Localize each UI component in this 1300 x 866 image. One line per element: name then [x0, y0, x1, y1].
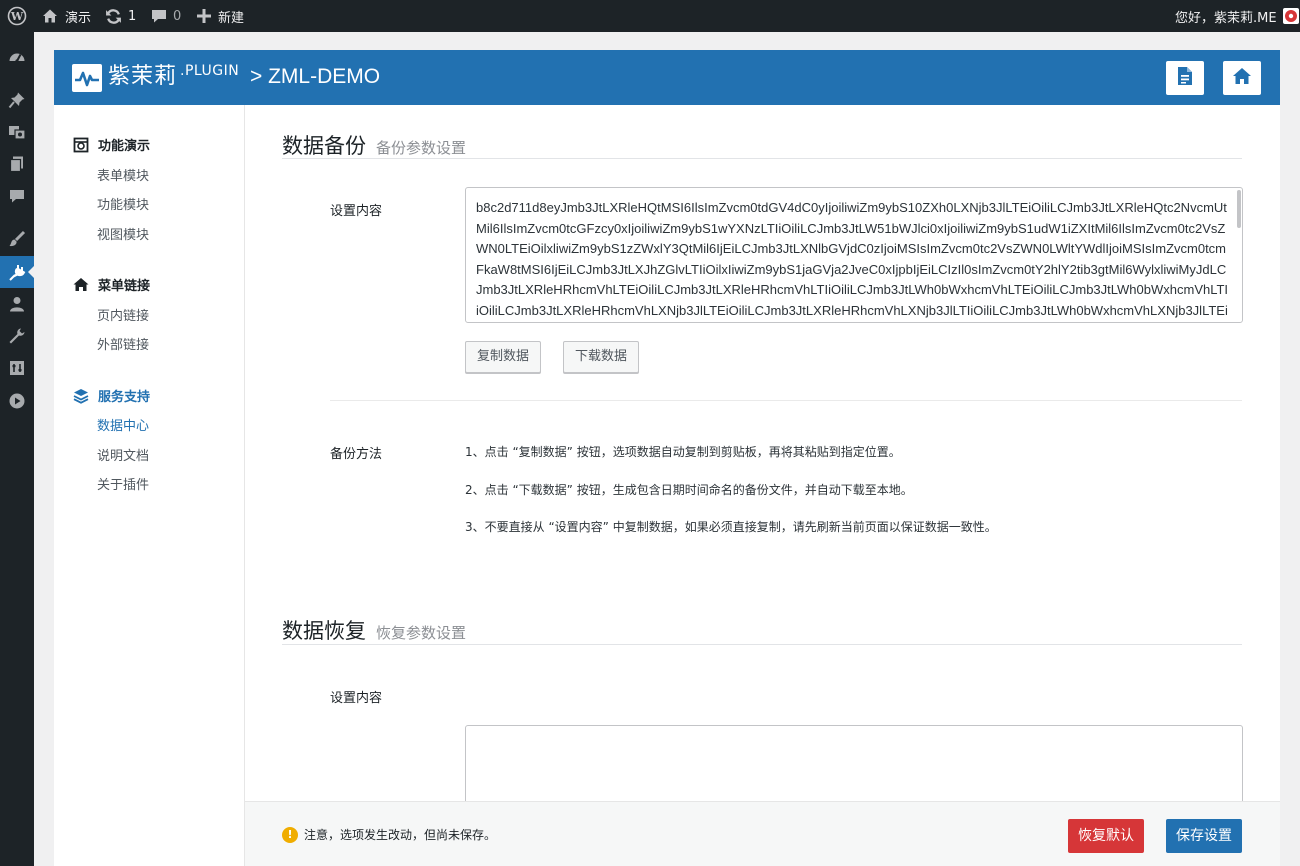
play-icon[interactable]	[0, 385, 34, 417]
nav-item-docs[interactable]: 说明文档	[97, 445, 149, 464]
backup-method-label: 备份方法	[330, 447, 383, 462]
brand-suffix: .PLUGIN	[180, 63, 240, 79]
refresh-icon	[105, 8, 122, 25]
nav-item-inpage-link[interactable]: 页内链接	[97, 305, 149, 324]
nav-item-form[interactable]: 表单模块	[97, 165, 149, 184]
logo-icon	[72, 64, 102, 92]
method-step-1: 1、点击 “复制数据” 按钮，选项数据自动复制到剪贴板，再将其粘贴到指定位置。	[465, 445, 901, 459]
updates-count: 1	[128, 8, 137, 24]
layers-icon	[72, 387, 90, 405]
warning-icon: !	[282, 826, 298, 843]
method-step-2: 2、点击 “下载数据” 按钮，生成包含日期时间命名的备份文件，并自动下载至本地。	[465, 483, 913, 497]
home-icon	[72, 276, 90, 294]
restore-title: 数据恢复	[282, 619, 366, 643]
section-divider	[282, 644, 1242, 645]
greeting: 您好，紫茉莉.ME	[1175, 10, 1277, 26]
document-button[interactable]	[1166, 61, 1204, 95]
comments-count: 0	[173, 8, 182, 24]
plugin-nav: 功能演示 表单模块 功能模块 视图模块 菜单链接 页内链接 外部链接 服务支持 …	[54, 105, 245, 866]
home-icon	[1232, 67, 1252, 89]
copy-data-button[interactable]: 复制数据	[465, 341, 542, 373]
textarea-scrollbar[interactable]	[1237, 190, 1241, 228]
document-icon	[1177, 66, 1193, 90]
demo-icon	[72, 136, 90, 154]
backup-field-label: 设置内容	[330, 204, 383, 219]
media-icon[interactable]	[0, 116, 34, 148]
restore-section-title: 数据恢复 恢复参数设置	[282, 615, 466, 645]
nav-item-about[interactable]: 关于插件	[97, 474, 149, 493]
breadcrumb: > ZML-DEMO	[250, 65, 381, 88]
notice-text: 注意，选项发生改动，但尚未保存。	[304, 828, 497, 842]
download-data-button[interactable]: 下载数据	[563, 341, 640, 373]
tools-icon[interactable]	[0, 320, 34, 352]
nav-group-support[interactable]: 服务支持	[72, 386, 150, 405]
home-icon	[42, 8, 58, 24]
comments-link[interactable]: 0	[151, 0, 181, 32]
site-name-link[interactable]: 演示	[42, 0, 91, 32]
backup-title: 数据备份	[282, 134, 366, 158]
nav-group-label: 菜单链接	[98, 279, 151, 294]
nav-group-label: 功能演示	[98, 139, 151, 154]
plugin-header: 紫茉莉 .PLUGIN > ZML-DEMO	[54, 50, 1280, 105]
nav-group-label: 服务支持	[98, 390, 151, 405]
brand-name: 紫茉莉	[108, 64, 178, 89]
content-area: 数据备份 备份参数设置 设置内容 b8c2d711d8eyJmb3JtLXRle…	[245, 105, 1280, 866]
reset-default-button[interactable]: 恢复默认	[1068, 819, 1144, 853]
nav-item-external-link[interactable]: 外部链接	[97, 334, 149, 353]
new-label: 新建	[218, 10, 245, 26]
admin-menu	[0, 32, 34, 866]
backup-content-textarea[interactable]: b8c2d711d8eyJmb3JtLXRleHQtMSI6IlsImZvcm0…	[465, 187, 1243, 323]
settings-icon[interactable]	[0, 352, 34, 384]
backup-section-title: 数据备份 备份参数设置	[282, 130, 466, 160]
my-account-link[interactable]: 您好，紫茉莉.ME	[1175, 0, 1299, 32]
plugins-icon[interactable]	[0, 256, 34, 288]
site-name: 演示	[65, 10, 92, 26]
backup-content-text: b8c2d711d8eyJmb3JtLXRleHQtMSI6IlsImZvcm0…	[476, 200, 1229, 318]
comment-icon	[151, 8, 167, 24]
nav-group-links[interactable]: 菜单链接	[72, 275, 150, 294]
wordpress-logo-icon[interactable]: W	[7, 0, 27, 32]
plus-icon	[197, 9, 211, 23]
section-divider	[282, 158, 1242, 159]
nav-group-demo[interactable]: 功能演示	[72, 135, 150, 154]
save-settings-button[interactable]: 保存设置	[1166, 819, 1242, 853]
new-content-link[interactable]: 新建	[197, 0, 244, 32]
method-step-3: 3、不要直接从 “设置内容” 中复制数据，如果必须直接复制，请先刷新当前页面以保…	[465, 520, 997, 534]
admin-bar: W 演示 1 0 新建 您好，紫茉莉.ME	[0, 0, 1300, 32]
nav-item-view[interactable]: 视图模块	[97, 224, 149, 243]
unsaved-notice: ! 注意，选项发生改动，但尚未保存。	[282, 826, 496, 843]
restore-field-label: 设置内容	[330, 691, 383, 706]
restore-subtitle: 恢复参数设置	[376, 624, 467, 642]
plugin-panel: 紫茉莉 .PLUGIN > ZML-DEMO 功能演示 表单模块 功能模块 视图…	[54, 50, 1280, 866]
users-icon[interactable]	[0, 288, 34, 320]
comments-icon[interactable]	[0, 180, 34, 212]
dashboard-icon[interactable]	[0, 41, 34, 73]
pages-icon[interactable]	[0, 148, 34, 180]
field-divider	[330, 400, 1242, 401]
home-button[interactable]	[1223, 61, 1261, 95]
updates-link[interactable]: 1	[105, 0, 136, 32]
svg-text:W: W	[10, 10, 24, 23]
save-footer: ! 注意，选项发生改动，但尚未保存。 恢复默认 保存设置	[245, 801, 1280, 866]
backup-subtitle: 备份参数设置	[376, 139, 467, 157]
appearance-icon[interactable]	[0, 223, 34, 255]
avatar	[1282, 8, 1299, 24]
pin-icon[interactable]	[0, 84, 34, 116]
nav-item-function[interactable]: 功能模块	[97, 194, 149, 213]
nav-item-data-center[interactable]: 数据中心	[97, 415, 149, 434]
